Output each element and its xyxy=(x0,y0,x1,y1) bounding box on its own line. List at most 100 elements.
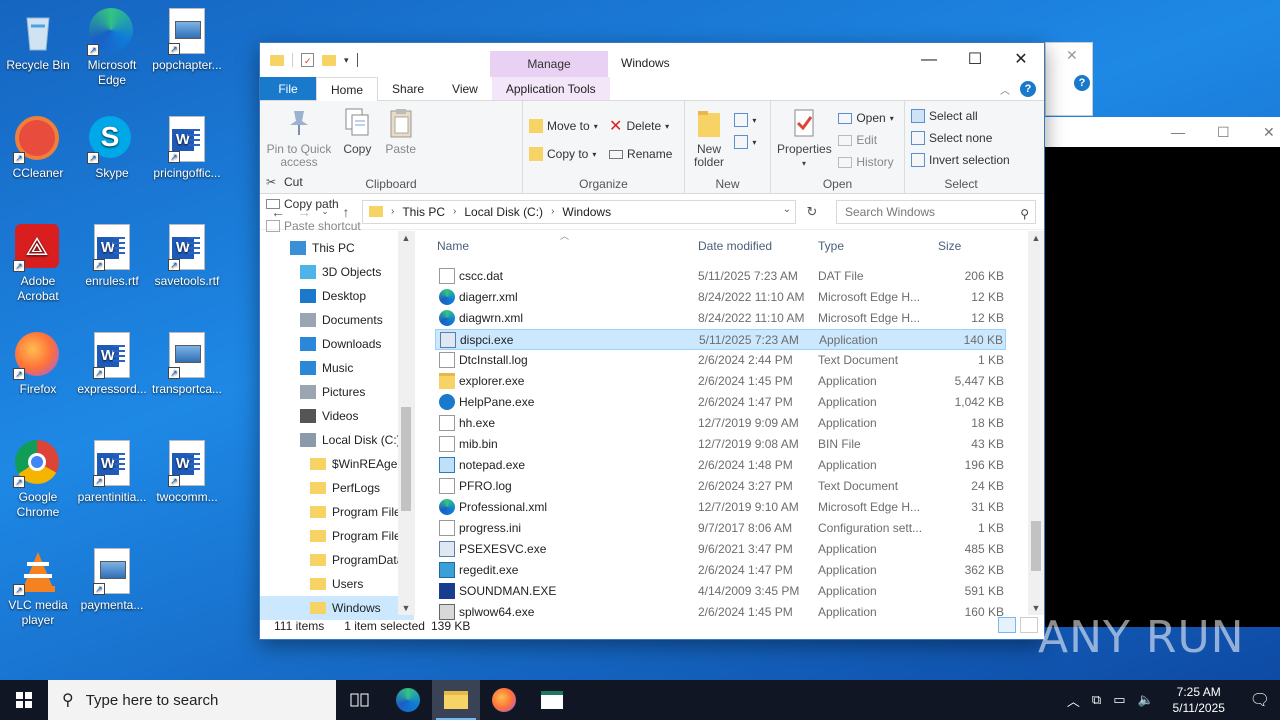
connection-icon[interactable]: ▭ xyxy=(1113,692,1125,708)
desktop-icon-word[interactable]: W ↗ twocomm... xyxy=(149,440,225,505)
column-name[interactable]: Name xyxy=(437,239,469,253)
file-row[interactable]: hh.exe 12/7/2019 9:09 AM Application 18 KB xyxy=(415,413,1044,434)
nav-item[interactable]: ProgramData xyxy=(260,548,414,572)
nav-item[interactable]: Program Files xyxy=(260,524,414,548)
desktop-icon-word[interactable]: W ↗ savetools.rtf xyxy=(149,224,225,289)
desktop-icon-ccleaner[interactable]: ↗ CCleaner xyxy=(0,116,76,181)
history-button[interactable]: History xyxy=(838,151,894,173)
nav-item[interactable]: Program Files xyxy=(260,500,414,524)
move-to-button[interactable]: Move to ▾ xyxy=(529,111,598,141)
search-input[interactable]: Search Windows ⚲ xyxy=(836,199,1036,224)
copy-to-button[interactable]: Copy to ▾ xyxy=(529,141,598,167)
background-console-window[interactable]: — ☐ ✕ xyxy=(1045,117,1280,627)
file-list-scrollbar[interactable]: ▲ ▼ xyxy=(1028,231,1044,615)
file-explorer-taskbar-icon[interactable] xyxy=(432,680,480,720)
file-row[interactable]: HelpPane.exe 2/6/2024 1:47 PM Application 1… xyxy=(415,392,1044,413)
nav-item[interactable]: Users xyxy=(260,572,414,596)
taskbar-search-box[interactable]: ⚲ Type here to search xyxy=(48,680,336,720)
column-type[interactable]: Type xyxy=(818,239,844,253)
new-folder-icon[interactable] xyxy=(322,54,336,66)
tab-home[interactable]: Home xyxy=(316,77,379,102)
desktop-icon-edge[interactable]: ↗ Microsoft Edge xyxy=(74,8,150,88)
nav-item[interactable]: Videos xyxy=(260,404,414,428)
help-icon[interactable]: ? xyxy=(1020,81,1036,97)
properties-icon[interactable]: ✓ xyxy=(301,53,314,67)
tab-file[interactable]: File xyxy=(260,77,316,100)
nav-item[interactable]: Music xyxy=(260,356,414,380)
desktop-icon-skype[interactable]: S ↗ Skype xyxy=(74,116,150,181)
select-all-button[interactable]: Select all xyxy=(911,105,1011,127)
minimize-button[interactable]: — xyxy=(906,43,952,77)
nav-item[interactable]: 3D Objects xyxy=(260,260,414,284)
title-bar[interactable]: ✓ ▾ Manage Windows — ☐ ✕ xyxy=(260,43,1044,77)
file-row[interactable]: notepad.exe 2/6/2024 1:48 PM Application 19… xyxy=(415,455,1044,476)
edit-button[interactable]: Edit xyxy=(838,129,893,151)
delete-button[interactable]: ✕ Delete ▾ xyxy=(609,111,672,141)
scroll-up-icon[interactable]: ▲ xyxy=(1028,233,1044,243)
address-bar[interactable]: › This PC › Local Disk (C:) › Windows ⌄ xyxy=(362,199,796,224)
app-window-taskbar-icon[interactable] xyxy=(528,680,576,720)
maximize-icon[interactable]: ☐ xyxy=(1217,124,1230,141)
close-icon[interactable]: ✕ xyxy=(1263,124,1275,141)
navigation-pane[interactable]: This PC 3D Objects Desktop Documents Downloa… xyxy=(260,231,415,620)
nav-item[interactable]: Desktop xyxy=(260,284,414,308)
nav-item[interactable]: $WinREAgent xyxy=(260,452,414,476)
chevron-down-icon[interactable]: ⌄ xyxy=(783,204,791,215)
chevron-up-icon[interactable]: ︿ xyxy=(1000,82,1010,97)
tab-view[interactable]: View xyxy=(438,77,492,100)
desktop-icon-acrobat[interactable]: ⟁ ↗ Adobe Acrobat xyxy=(0,224,76,304)
task-view-icon[interactable] xyxy=(336,680,384,720)
copy-button[interactable]: Copy xyxy=(339,105,375,156)
manage-tab[interactable]: Manage xyxy=(490,51,608,77)
properties-button[interactable]: Properties ▾ xyxy=(777,105,832,170)
file-row[interactable]: PSEXESVC.exe 9/6/2021 3:47 PM Application 4… xyxy=(415,539,1044,560)
file-row[interactable]: progress.ini 9/7/2017 8:06 AM Configuratio… xyxy=(415,518,1044,539)
nav-item[interactable]: Local Disk (C:) xyxy=(260,428,414,452)
scroll-up-icon[interactable]: ▲ xyxy=(398,233,414,243)
edge-taskbar-icon[interactable] xyxy=(384,680,432,720)
invert-selection-button[interactable]: Invert selection xyxy=(911,149,1011,171)
desktop-icon-chrome[interactable]: ↗ Google Chrome xyxy=(0,440,76,520)
new-folder-button[interactable]: New folder xyxy=(691,105,727,169)
new-item-button[interactable]: ▾ xyxy=(734,109,756,131)
nav-item[interactable]: Downloads xyxy=(260,332,414,356)
minimize-icon[interactable]: — xyxy=(1171,124,1185,140)
help-icon[interactable]: ? xyxy=(1074,75,1090,91)
desktop-icon-word[interactable]: W ↗ expressord... xyxy=(74,332,150,397)
file-list[interactable]: Name ︿ Date modified Type Size cscc.dat 5… xyxy=(415,231,1044,620)
scroll-down-icon[interactable]: ▼ xyxy=(398,603,414,613)
column-size[interactable]: Size xyxy=(938,239,961,253)
desktop-icon-recycle-bin[interactable]: Recycle Bin xyxy=(0,8,76,73)
desktop-icon-firefox[interactable]: ↗ Firefox xyxy=(0,332,76,397)
rename-button[interactable]: Rename xyxy=(609,141,672,167)
tab-share[interactable]: Share xyxy=(378,77,438,100)
nav-item[interactable]: Pictures xyxy=(260,380,414,404)
desktop-icon-word[interactable]: W ↗ parentinitia... xyxy=(74,440,150,505)
easy-access-button[interactable]: ▾ xyxy=(734,131,756,153)
navigation-scrollbar[interactable]: ▲ ▼ xyxy=(398,231,414,615)
breadcrumb-this-pc[interactable]: This PC xyxy=(402,205,445,219)
file-row[interactable]: mib.bin 12/7/2019 9:08 AM BIN File 43 KB xyxy=(415,434,1044,455)
desktop-icon-vlc[interactable]: ↗ VLC media player xyxy=(0,548,76,628)
desktop-icon-picture[interactable]: ↗ paymenta... xyxy=(74,548,150,613)
close-icon[interactable]: ✕ xyxy=(1066,47,1078,64)
desktop-icon-word[interactable]: W ↗ pricingoffic... xyxy=(149,116,225,181)
file-row[interactable]: cscc.dat 5/11/2025 7:23 AM DAT File 206 KB xyxy=(415,266,1044,287)
chevron-up-icon[interactable]: ︿ xyxy=(1067,691,1080,710)
paste-button[interactable]: Paste xyxy=(383,105,419,156)
volume-icon[interactable]: 🔈 xyxy=(1138,692,1154,708)
file-explorer-window[interactable]: ✓ ▾ Manage Windows — ☐ ✕ File Home Share… xyxy=(259,42,1045,640)
file-row[interactable]: Professional.xml 12/7/2019 9:10 AM Microso… xyxy=(415,497,1044,518)
details-view-icon[interactable] xyxy=(998,617,1016,633)
large-icons-view-icon[interactable] xyxy=(1020,617,1038,633)
file-row[interactable]: diagerr.xml 8/24/2022 11:10 AM Microsoft E… xyxy=(415,287,1044,308)
nav-item[interactable]: This PC xyxy=(260,236,414,260)
open-button[interactable]: Open ▾ xyxy=(838,107,894,129)
desktop-icon-word[interactable]: W ↗ enrules.rtf xyxy=(74,224,150,289)
pin-to-quick-access-button[interactable]: Pin to Quick access xyxy=(266,105,332,169)
tab-application-tools[interactable]: Application Tools xyxy=(491,77,610,100)
select-none-button[interactable]: Select none xyxy=(911,127,1011,149)
file-row[interactable]: DtcInstall.log 2/6/2024 2:44 PM Text Docum… xyxy=(415,350,1044,371)
breadcrumb-local-disk[interactable]: Local Disk (C:) xyxy=(464,205,543,219)
file-row[interactable]: diagwrn.xml 8/24/2022 11:10 AM Microsoft E… xyxy=(415,308,1044,329)
